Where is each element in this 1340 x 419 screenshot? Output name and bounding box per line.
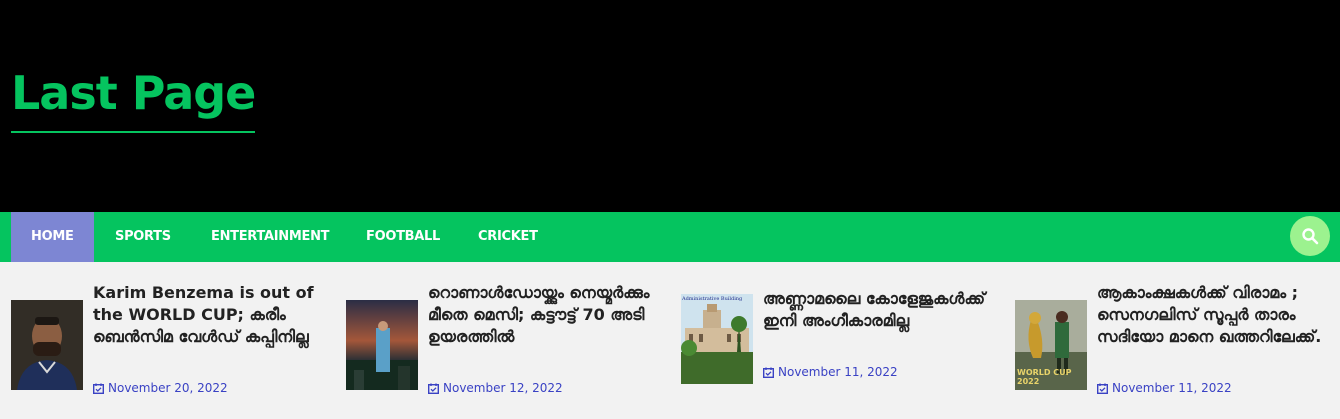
post-thumbnail-messi-cutout[interactable] <box>346 300 418 390</box>
post-thumbnail-mane[interactable]: WORLD CUP 2022 <box>1015 300 1087 390</box>
thumbnail-caption: WORLD CUP 2022 <box>1017 368 1072 386</box>
calendar-check-icon <box>428 383 439 394</box>
post-item: Karim Benzema is out of the WORLD CUP; ക… <box>11 262 331 419</box>
calendar-check-icon <box>763 367 774 378</box>
nav-item-football[interactable]: FOOTBALL <box>366 212 440 262</box>
post-date[interactable]: November 11, 2022 <box>1097 380 1232 396</box>
post-date-text: November 11, 2022 <box>1112 381 1232 395</box>
calendar-check-icon <box>1097 383 1108 394</box>
post-thumbnail-annamalai[interactable]: Administrative Building <box>681 294 753 384</box>
post-date-text: November 11, 2022 <box>778 365 898 379</box>
post-list: Karim Benzema is out of the WORLD CUP; ക… <box>0 262 1340 419</box>
post-date[interactable]: November 20, 2022 <box>93 380 228 396</box>
post-title[interactable]: ആകാംക്ഷകൾക്ക് വിരാമം ; സെനഗലിസ് സൂപ്പർ ത… <box>1097 282 1340 348</box>
thumbnail-caption: Administrative Building <box>682 296 743 302</box>
post-item: Administrative Building അണ്ണാമലൈ കോളേജുക… <box>681 262 1001 419</box>
post-title[interactable]: റൊണാൾഡോയ്ക്കും നെയ്മർക്കും മീതെ മെസി; കട… <box>428 282 673 348</box>
post-date-text: November 20, 2022 <box>108 381 228 395</box>
site-title[interactable]: Last Page <box>11 66 256 134</box>
post-title[interactable]: അണ്ണാമലൈ കോളേജുകൾക്ക് ഇനി അംഗീകാരമില്ല <box>763 288 1008 332</box>
post-date[interactable]: November 11, 2022 <box>763 364 898 380</box>
nav-item-home[interactable]: HOME <box>11 212 94 262</box>
post-date[interactable]: November 12, 2022 <box>428 380 563 396</box>
nav-item-sports[interactable]: SPORTS <box>115 212 171 262</box>
post-item: റൊണാൾഡോയ്ക്കും നെയ്മർക്കും മീതെ മെസി; കട… <box>346 262 666 419</box>
nav-item-cricket[interactable]: CRICKET <box>478 212 538 262</box>
site-header: Last Page <box>0 0 1340 212</box>
nav-item-entertainment[interactable]: ENTERTAINMENT <box>211 212 330 262</box>
calendar-check-icon <box>93 383 104 394</box>
post-title[interactable]: Karim Benzema is out of the WORLD CUP; ക… <box>93 282 338 348</box>
post-thumbnail-benzema[interactable] <box>11 300 83 390</box>
post-date-text: November 12, 2022 <box>443 381 563 395</box>
search-icon <box>1302 228 1319 245</box>
post-item: WORLD CUP 2022 ആകാംക്ഷകൾക്ക് വിരാമം ; സെ… <box>1015 262 1335 419</box>
search-button[interactable] <box>1290 216 1330 256</box>
main-nav: HOME SPORTS ENTERTAINMENT FOOTBALL CRICK… <box>0 212 1340 262</box>
